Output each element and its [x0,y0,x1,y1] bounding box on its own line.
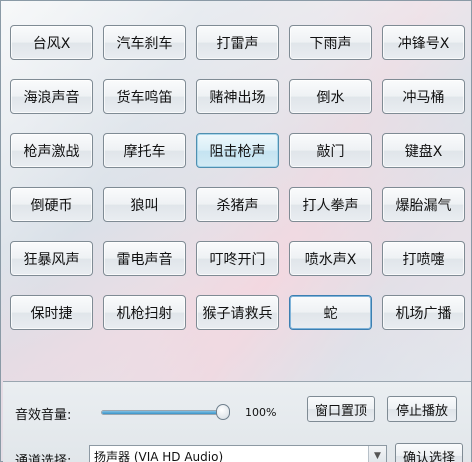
sound-button-sneeze[interactable]: 打喷嚏 [382,241,465,276]
sound-button-waves[interactable]: 海浪声音 [10,79,93,114]
sound-board-window: 台风X 汽车刹车 打雷声 下雨声 冲锋号X 海浪声音 货车鸣笛 赌神出场 倒水 … [0,0,472,462]
volume-value: 100% [245,406,277,419]
confirm-selection-button[interactable]: 确认选择 [395,443,463,462]
sound-button-sniper[interactable]: 阻击枪声 [196,133,279,168]
sound-button-tire-burst[interactable]: 爆胎漏气 [382,187,465,222]
sound-button-coins[interactable]: 倒硬币 [10,187,93,222]
sound-button-gunfight[interactable]: 枪声激战 [10,133,93,168]
sound-button-airport-broadcast[interactable]: 机场广播 [382,295,465,330]
sound-button-storm-wind[interactable]: 狂暴风声 [10,241,93,276]
sound-button-porsche[interactable]: 保时捷 [10,295,93,330]
sound-button-wolf-howl[interactable]: 狼叫 [103,187,186,222]
volume-slider-fill [102,411,224,414]
sound-button-knock-door[interactable]: 敲门 [289,133,372,168]
sound-button-water-spray[interactable]: 喷水声X [289,241,372,276]
channel-selected-value: 扬声器 (VIA HD Audio) [94,449,224,462]
sound-button-car-brake[interactable]: 汽车刹车 [103,25,186,60]
sound-button-bugle[interactable]: 冲锋号X [382,25,465,60]
sound-button-monkey-call[interactable]: 猴子请救兵 [196,295,279,330]
sound-button-truck-horn[interactable]: 货车鸣笛 [103,79,186,114]
sound-button-punch[interactable]: 打人拳声 [289,187,372,222]
sound-button-thunder[interactable]: 打雷声 [196,25,279,60]
volume-slider-track[interactable] [101,410,225,415]
sound-button-lightning[interactable]: 雷电声音 [103,241,186,276]
sound-button-machine-gun[interactable]: 机枪扫射 [103,295,186,330]
sound-button-typhoon[interactable]: 台风X [10,25,93,60]
sound-button-god-of-gamblers[interactable]: 赌神出场 [196,79,279,114]
sound-button-doorbell[interactable]: 叮咚开门 [196,241,279,276]
sound-button-pig-squeal[interactable]: 杀猪声 [196,187,279,222]
sound-button-pour-water[interactable]: 倒水 [289,79,372,114]
pin-window-button[interactable]: 窗口置顶 [307,396,375,422]
volume-slider-thumb[interactable] [216,404,230,420]
sound-button-snake[interactable]: 蛇 [289,295,372,330]
sound-button-rain[interactable]: 下雨声 [289,25,372,60]
channel-select[interactable]: 扬声器 (VIA HD Audio) ▼ [89,445,387,462]
stop-playback-button[interactable]: 停止播放 [387,396,457,422]
sound-button-flush-toilet[interactable]: 冲马桶 [382,79,465,114]
volume-label: 音效音量: [15,408,72,423]
sound-button-keyboard[interactable]: 键盘X [382,133,465,168]
sound-button-motorcycle[interactable]: 摩托车 [103,133,186,168]
sound-button-grid: 台风X 汽车刹车 打雷声 下雨声 冲锋号X 海浪声音 货车鸣笛 赌神出场 倒水 … [10,25,466,355]
chevron-down-icon[interactable]: ▼ [368,446,386,462]
channel-label: 通道选择: [15,454,72,462]
control-panel: 音效音量: 100% 窗口置顶 停止播放 通道选择: 扬声器 (VIA HD A… [3,381,471,462]
